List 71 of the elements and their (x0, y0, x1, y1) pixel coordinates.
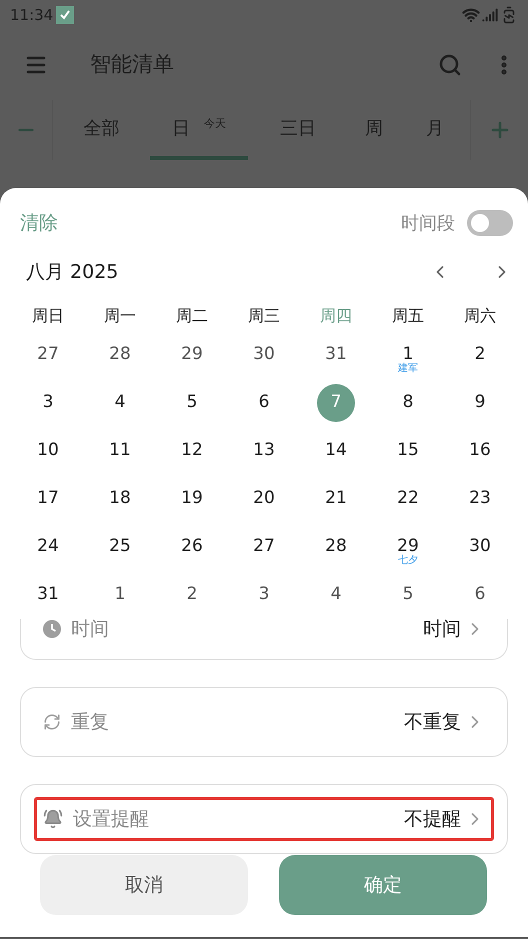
date-cell[interactable]: 17 (29, 480, 67, 518)
option-label: 设置提醒 (73, 806, 149, 832)
date-cell[interactable]: 24 (29, 528, 67, 566)
wifi-icon (462, 6, 480, 24)
date-cell[interactable]: 3 (29, 384, 67, 422)
date-cell[interactable]: 27 (29, 336, 67, 374)
date-cell[interactable]: 5 (389, 576, 427, 614)
date-cell[interactable]: 19 (173, 480, 211, 518)
option-value: 时间 (423, 616, 461, 642)
date-cell[interactable]: 27 (245, 528, 283, 566)
date-cell[interactable]: 6 (461, 576, 499, 614)
date-cell[interactable]: 5 (173, 384, 211, 422)
date-cell[interactable]: 22 (389, 480, 427, 518)
weekday-label: 周二 (175, 305, 209, 327)
date-cell[interactable]: 14 (317, 432, 355, 470)
weekday-label: 周六 (463, 305, 497, 327)
weekday-label: 周三 (247, 305, 281, 327)
option-value: 不重复 (404, 710, 461, 735)
date-cell[interactable]: 30 (245, 336, 283, 374)
weekday-label: 周四 (319, 305, 353, 327)
bell-icon (43, 809, 63, 829)
range-label: 时间段 (401, 212, 455, 236)
app-check-icon (56, 6, 74, 24)
repeat-icon (43, 713, 61, 731)
date-cell[interactable]: 31 (317, 336, 355, 374)
date-cell[interactable]: 1 (101, 576, 139, 614)
search-icon[interactable] (438, 53, 462, 77)
holiday-note: 七夕 (398, 556, 418, 566)
date-cell[interactable]: 28 (101, 336, 139, 374)
date-cell[interactable]: 3 (245, 576, 283, 614)
date-cell[interactable]: 31 (29, 576, 67, 614)
today-label: 今天 (204, 116, 226, 132)
weekday-label: 周五 (391, 305, 425, 327)
cancel-button[interactable]: 取消 (40, 855, 248, 915)
option-row[interactable]: 时间 时间 (37, 619, 491, 639)
range-switch[interactable] (467, 210, 513, 236)
date-cell[interactable]: 21 (317, 480, 355, 518)
date-cell[interactable]: 13 (245, 432, 283, 470)
date-cell[interactable]: 4 (317, 576, 355, 614)
date-cell[interactable]: 30 (461, 528, 499, 566)
date-cell[interactable]: 6 (245, 384, 283, 422)
date-cell[interactable]: 29 (173, 336, 211, 374)
holiday-note: 建军 (398, 364, 418, 374)
option-label: 重复 (71, 710, 109, 735)
date-cell[interactable]: 16 (461, 432, 499, 470)
date-cell[interactable]: 2 (173, 576, 211, 614)
status-time: 11:34 (10, 4, 54, 26)
date-cell[interactable]: 2 (461, 336, 499, 374)
date-cell[interactable]: 28 (317, 528, 355, 566)
date-cell[interactable]: 18 (101, 480, 139, 518)
signal-icon (482, 7, 498, 23)
date-cell[interactable]: 15 (389, 432, 427, 470)
date-cell[interactable]: 9 (461, 384, 499, 422)
option-label: 时间 (71, 616, 109, 642)
date-cell[interactable]: 23 (461, 480, 499, 518)
date-cell[interactable]: 11 (101, 432, 139, 470)
month-title: 八月 2025 (26, 260, 118, 285)
option-row[interactable]: 设置提醒 不提醒 (34, 797, 494, 841)
weekday-label: 周一 (103, 305, 137, 327)
date-cell[interactable]: 10 (29, 432, 67, 470)
date-cell[interactable]: 8 (389, 384, 427, 422)
option-row[interactable]: 重复 不重复 (34, 700, 494, 744)
date-cell[interactable]: 20 (245, 480, 283, 518)
date-cell[interactable]: 26 (173, 528, 211, 566)
date-cell[interactable]: 12 (173, 432, 211, 470)
date-cell[interactable]: 4 (101, 384, 139, 422)
date-cell[interactable]: 25 (101, 528, 139, 566)
app-title: 智能清单 (90, 51, 174, 78)
option-value: 不提醒 (404, 806, 461, 832)
clock-icon (43, 620, 61, 638)
weekday-label: 周日 (31, 305, 65, 327)
